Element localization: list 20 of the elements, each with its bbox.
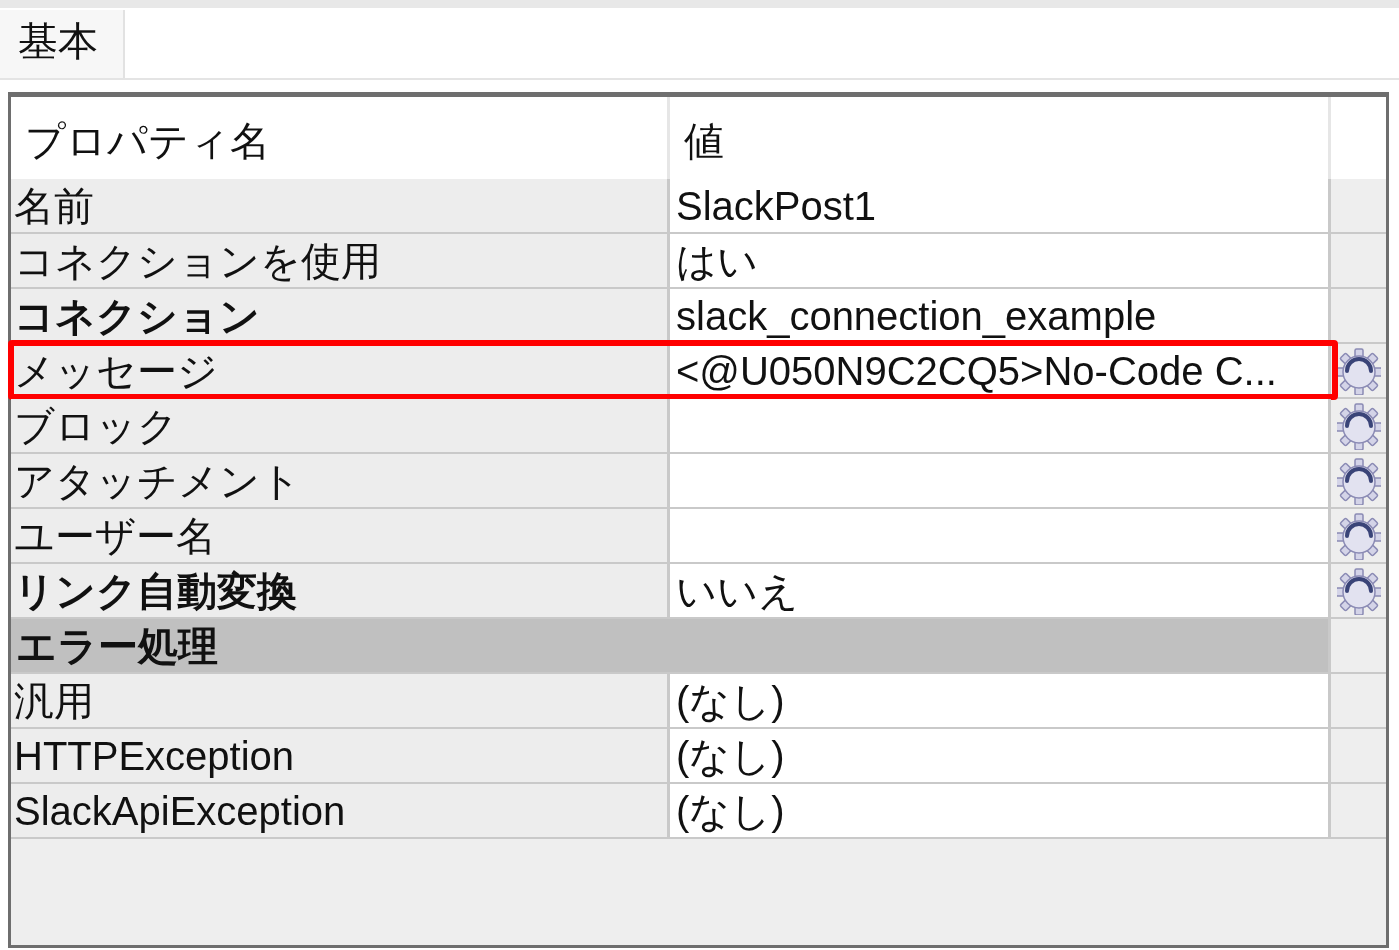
value-field[interactable] <box>670 454 1331 507</box>
value-field[interactable]: slack_connection_example <box>670 289 1331 342</box>
gear-icon[interactable] <box>1336 346 1381 395</box>
value-field[interactable] <box>670 509 1331 562</box>
value-field[interactable]: SlackPost1 <box>670 179 1331 232</box>
value-field[interactable]: はい <box>670 234 1331 287</box>
value-field[interactable]: (なし) <box>670 729 1331 782</box>
property-name: ブロック <box>11 399 670 452</box>
value-field[interactable]: いいえ <box>670 564 1331 617</box>
value-field[interactable]: (なし) <box>670 784 1331 837</box>
gear-icon[interactable] <box>1336 566 1381 615</box>
gear-icon[interactable] <box>1336 401 1381 450</box>
property-name: 名前 <box>11 179 670 232</box>
tab[interactable]: 基本 <box>0 10 125 78</box>
gear-icon[interactable] <box>1336 511 1381 560</box>
value-field[interactable] <box>670 399 1331 452</box>
gear-icon[interactable] <box>1336 456 1381 505</box>
category-header: エラー処理 <box>11 619 1331 672</box>
property-name: 汎用 <box>11 674 670 727</box>
value-field[interactable]: (なし) <box>670 674 1331 727</box>
